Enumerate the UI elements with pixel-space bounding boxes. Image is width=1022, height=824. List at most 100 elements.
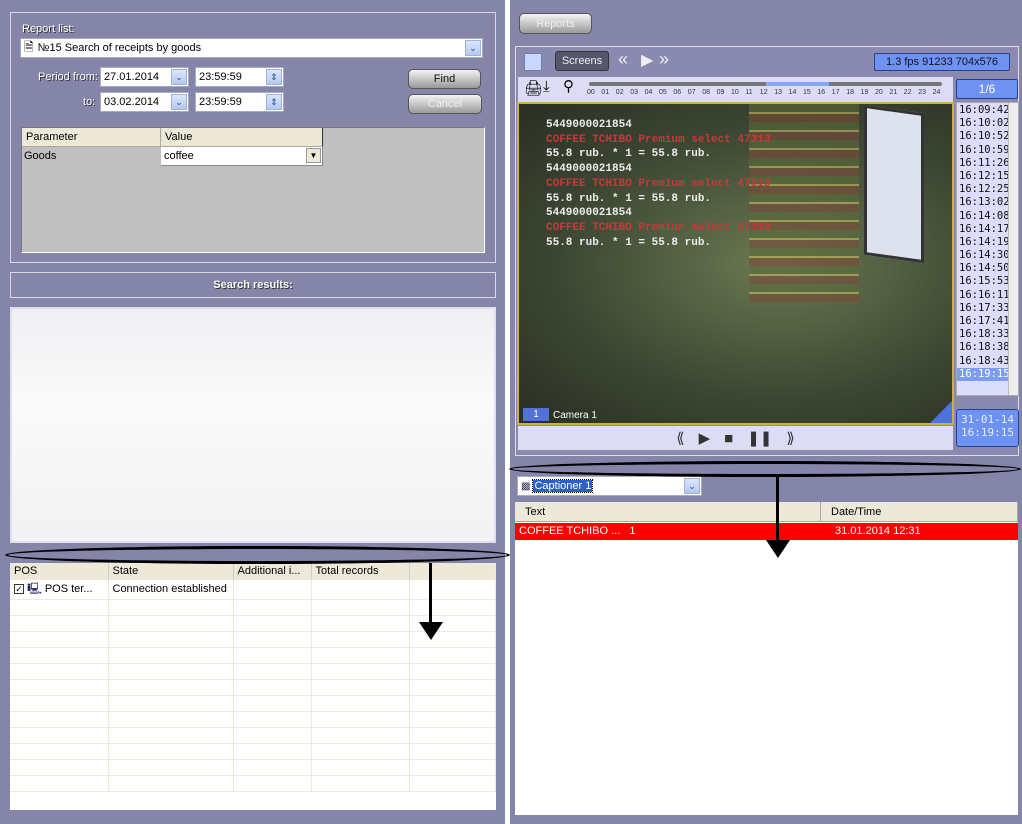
page-indicator[interactable]: 1/6 [956,79,1018,99]
calendar-dropdown-icon[interactable]: ⌄ [171,94,187,110]
camera-video[interactable]: 5449000021854 COFFEE TCHIBO Premium selec… [517,102,954,425]
pos-cell-additional [233,579,312,600]
screen-toggle-button[interactable] [524,53,542,71]
timestamp-item[interactable]: 16:17:33 [957,302,1010,315]
forward-fast-icon[interactable]: » [659,49,669,70]
timeline-hour-label: 08 [702,89,710,96]
overlay-line: 55.8 rub. * 1 = 55.8 rub. [546,192,712,205]
pos-empty-cell [108,615,234,632]
timestamp-item[interactable]: 16:17:41 [957,315,1010,328]
spin-updown-icon[interactable]: ⇕ [266,69,282,85]
timestamp-item[interactable]: 16:10:59 [957,144,1010,157]
pos-row[interactable]: ✓ 🖳 POS ter... Connection established [10,579,496,600]
timestamp-item[interactable]: 16:14:30 [957,249,1010,262]
pos-empty-cell [108,679,234,696]
timestamp-item[interactable]: 16:14:19 [957,236,1010,249]
download-icon[interactable]: ⤓ [543,78,550,95]
pause-icon[interactable]: ❚❚ [747,429,772,447]
chevron-down-icon[interactable]: ⌄ [465,40,481,56]
play-icon[interactable]: ▶ [699,429,711,447]
timestamp-item[interactable]: 16:18:43 [957,355,1010,368]
time-from-field[interactable]: 23:59:59 ⇕ [195,67,284,87]
find-button[interactable]: Find [408,69,481,89]
pos-empty-cell [233,599,312,616]
step-forward-icon[interactable]: ⟫ [786,429,794,447]
pos-header-additional[interactable]: Additional i... [233,563,312,580]
time-to-field[interactable]: 23:59:59 ⇕ [195,92,284,112]
caption-row-text: COFFEE TCHIBO ... 1 [519,525,636,537]
caption-header-datetime[interactable]: Date/Time [821,502,1018,522]
spin-updown-icon[interactable]: ⇕ [266,94,282,110]
search-icon[interactable]: ⚲ [563,77,574,95]
timestamp-item[interactable]: 16:09:42 [957,104,1010,117]
stop-icon[interactable]: ■ [724,430,733,447]
annotation-arrow-line [429,563,432,625]
pos-empty-cell [233,663,312,680]
overlay-line: 5449000021854 [546,207,632,220]
timestamp-list[interactable]: 16:09:42 16:10:02 16:10:52 16:10:59 16:11:26… [956,102,1019,396]
checkbox-checked-icon[interactable]: ✓ [14,583,24,594]
pos-empty-cell [108,631,234,648]
cancel-button[interactable]: Cancel [408,94,482,114]
pos-header-state[interactable]: State [108,563,234,580]
pos-empty-row [10,775,496,792]
pos-header-pos[interactable]: POS [10,563,109,580]
report-list-dropdown[interactable]: 🗎 №15 Search of receipts by goods ⌄ [20,38,483,58]
timestamp-scrollbar[interactable] [1008,103,1018,395]
timestamp-item[interactable]: 16:16:11 [957,289,1010,302]
pos-header-total[interactable]: Total records [311,563,410,580]
timestamp-item[interactable]: 16:15:53 [957,275,1010,288]
timestamp-item[interactable]: 16:12:25 [957,183,1010,196]
timeline-hour-label: 04 [644,89,653,96]
timestamp-item[interactable]: 16:12:15 [957,170,1010,183]
pos-empty-cell [233,679,312,696]
pos-empty-cell [108,695,234,712]
timestamp-item[interactable]: 16:14:08 [957,210,1010,223]
report-document-icon: 🗎 [24,39,34,54]
timestamp-item[interactable]: 16:18:38 [957,341,1010,354]
pos-empty-cell [10,711,109,728]
timeline-hours: 00 01 02 03 04 05 06 07 08 09 10 11 12 13 14 15 16 17 18 19… [587,89,949,99]
dropdown-arrow-icon[interactable]: ▼ [306,148,321,163]
annotation-arrow-line [776,477,779,543]
screens-button[interactable]: Screens [555,51,609,71]
overlay-line: COFFEE TCHIBO Premium select 47313 [546,177,771,190]
search-results-label: Search results: [213,279,293,291]
timestamp-item[interactable]: 16:10:52 [957,130,1010,143]
overlay-line: COFFEE TCHIBO Premium select 47313 [546,221,771,234]
time-to-value: 23:59:59 [199,96,242,108]
param-header-parameter[interactable]: Parameter [22,128,161,147]
timestamp-item[interactable]: 16:14:17 [957,223,1010,236]
camera-name: Camera 1 [553,410,597,421]
timeline-hour-label: 11 [745,89,753,96]
timestamp-item[interactable]: 16:18:33 [957,328,1010,341]
timestamp-item[interactable]: 16:14:50 [957,262,1010,275]
reports-button[interactable]: Reports [519,13,592,34]
pos-empty-row [10,711,496,728]
timeline-hour-label: 23 [918,89,926,96]
period-to-label: to: [83,96,96,108]
timestamp-item[interactable]: 16:10:02 [957,117,1010,130]
chevron-down-icon[interactable]: ⌄ [684,478,700,494]
captioner-dropdown[interactable]: ▩ Captioner 1 ⌄ [517,476,702,496]
play-icon[interactable]: ▶ [641,50,653,70]
date-to-field[interactable]: 03.02.2014 ⌄ [100,92,189,112]
pos-empty-cell [233,615,312,632]
overlay-line: 55.8 rub. * 1 = 55.8 rub. [546,236,712,249]
rewind-fast-icon[interactable]: « [618,49,628,70]
pos-empty-cell [108,759,234,776]
timestamp-item[interactable]: 16:19:15 [957,367,1010,381]
date-from-field[interactable]: 27.01.2014 ⌄ [100,67,189,87]
calendar-dropdown-icon[interactable]: ⌄ [171,69,187,85]
timestamp-item[interactable]: 16:11:26 [957,157,1010,170]
caption-row[interactable]: COFFEE TCHIBO ... 1 31.01.2014 12:31 [515,523,1018,540]
step-back-icon[interactable]: ⟪ [676,429,684,447]
pos-empty-cell [10,727,109,744]
timeline-bar[interactable] [589,82,942,86]
camera-menu-icon[interactable] [930,401,952,423]
timeline-hour-label: 17 [831,89,840,96]
param-value-goods[interactable]: coffee ▼ [161,147,323,166]
print-icon[interactable]: 🖨 [524,79,543,97]
timestamp-item[interactable]: 16:13:02 [957,196,1010,209]
param-header-value[interactable]: Value [161,128,323,147]
